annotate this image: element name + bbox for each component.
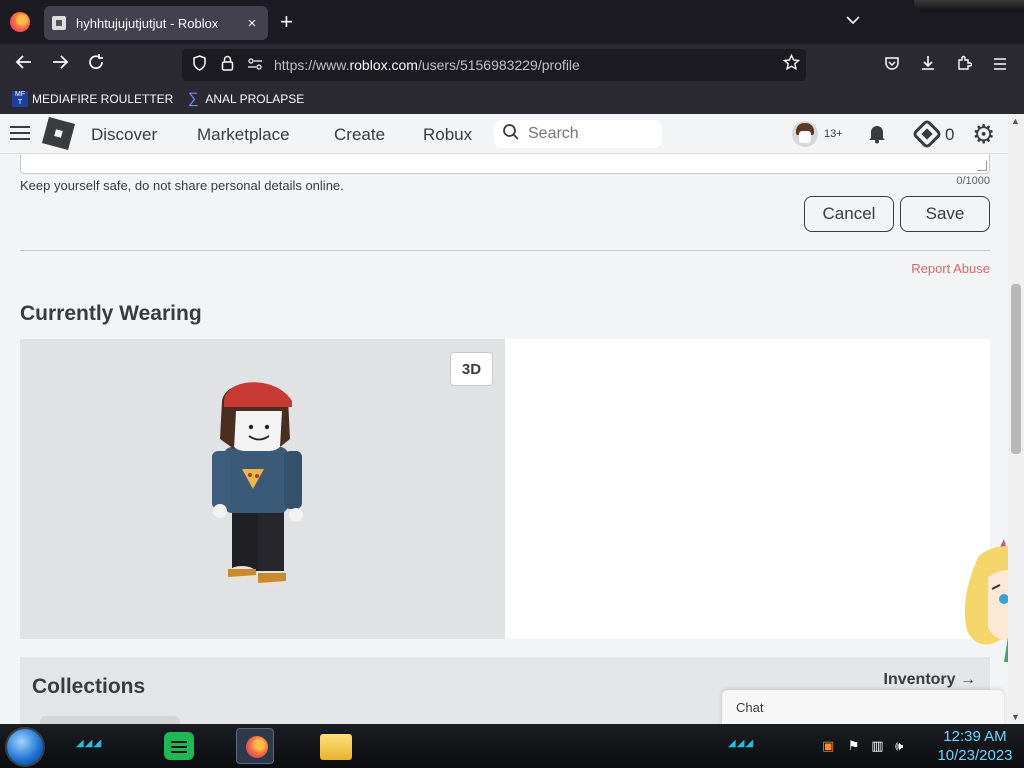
flag-icon[interactable]: ⚑ <box>848 738 860 753</box>
inventory-link[interactable]: Inventory → <box>884 671 976 689</box>
nav-discover[interactable]: Discover <box>91 125 157 145</box>
browser-tab-bar: hyhhtujujutjutjut - Roblox × + <box>0 0 1024 44</box>
settings-gear-icon[interactable]: ⚙ <box>972 120 995 148</box>
scroll-up-arrow-icon[interactable]: ▲ <box>1011 116 1020 126</box>
puzzle-icon <box>958 55 973 70</box>
collections-heading: Collections <box>32 675 146 698</box>
shield-icon[interactable] <box>188 55 210 75</box>
wearing-items-panel <box>505 339 990 639</box>
pocket-button[interactable] <box>880 53 904 77</box>
site-permissions-icon[interactable] <box>244 57 266 74</box>
chat-widget[interactable]: Chat <box>722 690 1004 724</box>
search-icon <box>502 123 522 146</box>
bookmark-item-second[interactable]: ∑ ANAL PROLAPSE <box>185 91 304 107</box>
url-prefix: https://www. <box>274 57 350 73</box>
nav-create[interactable]: Create <box>334 125 385 145</box>
tab-title: hyhhtujujutjutjut - Roblox <box>76 15 219 31</box>
volume-icon[interactable]: 🕪 <box>895 738 903 753</box>
roblox-logo-icon[interactable] <box>41 116 76 151</box>
reload-button[interactable] <box>84 53 108 77</box>
clock-time: 12:39 AM <box>943 728 1007 745</box>
browser-tab-active[interactable]: hyhhtujujutjutjut - Roblox × <box>44 6 268 40</box>
age-badge: 13+ <box>824 128 843 140</box>
spotify-icon[interactable] <box>164 732 194 760</box>
firefox-taskbar-icon[interactable] <box>236 728 274 764</box>
menu-hamburger-icon[interactable] <box>10 126 30 140</box>
character-counter: 0/1000 <box>956 175 990 187</box>
file-explorer-icon[interactable] <box>320 734 352 760</box>
search-input[interactable] <box>528 125 658 143</box>
scroll-down-arrow-icon[interactable]: ▼ <box>1011 712 1020 722</box>
url-text[interactable]: https://www.roblox.com/users/5156983229/… <box>274 57 776 73</box>
download-icon <box>922 56 934 70</box>
url-domain: roblox.com <box>349 57 418 73</box>
address-bar[interactable]: https://www.roblox.com/users/5156983229/… <box>182 49 806 81</box>
bookmark-item-mediafire[interactable]: MF T MEDIAFIRE ROULETTER <box>12 91 173 107</box>
window-frame-decoration <box>914 0 1024 12</box>
arrow-left-icon <box>15 55 31 69</box>
back-button[interactable] <box>12 53 36 77</box>
app-menu-button[interactable] <box>988 53 1012 77</box>
bookmark-label: MEDIAFIRE ROULETTER <box>32 92 174 106</box>
user-avatar[interactable] <box>792 121 818 147</box>
about-textarea[interactable] <box>20 154 990 174</box>
pocket-icon <box>885 57 899 70</box>
robux-balance[interactable]: 0 <box>945 125 954 145</box>
hamburger-menu-icon <box>994 58 1006 70</box>
nav-robux[interactable]: Robux <box>423 125 472 145</box>
taskbar-decoration-icon: ◢◢◢ <box>76 738 103 749</box>
tab-close-icon[interactable]: × <box>244 15 260 32</box>
start-button[interactable] <box>7 729 43 765</box>
save-button[interactable]: Save <box>900 196 990 232</box>
sigma-icon: ∑ <box>188 90 199 107</box>
avatar-figure <box>212 382 303 587</box>
browser-toolbar: https://www.roblox.com/users/5156983229/… <box>0 44 1024 86</box>
safety-notice: Keep yourself safe, do not share persona… <box>20 178 344 193</box>
robux-icon[interactable] <box>911 118 943 150</box>
forward-button[interactable] <box>48 53 72 77</box>
roblox-favicon-icon <box>52 16 66 30</box>
new-tab-button[interactable]: + <box>280 10 293 34</box>
resize-handle-icon[interactable] <box>977 161 987 171</box>
network-icon[interactable]: ▥ <box>871 738 883 753</box>
scrollbar-thumb[interactable] <box>1011 284 1021 454</box>
notifications-bell-icon[interactable] <box>866 122 888 150</box>
search-box[interactable] <box>494 120 662 148</box>
firefox-icon[interactable] <box>10 12 30 32</box>
report-abuse-link[interactable]: Report Abuse <box>911 261 990 276</box>
chat-label: Chat <box>736 700 764 715</box>
tray-app-icon[interactable]: ▣ <box>822 738 834 753</box>
page-scrollbar[interactable]: ▲ ▼ <box>1008 114 1024 724</box>
currently-wearing-heading: Currently Wearing <box>20 302 202 325</box>
profile-page-content: Keep yourself safe, do not share persona… <box>0 154 1008 724</box>
avatar-viewer[interactable]: 3D <box>20 339 505 639</box>
mediafire-icon: MF T <box>12 91 28 107</box>
nav-marketplace[interactable]: Marketplace <box>197 125 290 145</box>
bookmark-label: ANAL PROLAPSE <box>205 92 305 106</box>
list-all-tabs-button[interactable] <box>846 12 860 28</box>
clock-date: 10/23/2023 <box>937 747 1013 764</box>
section-divider <box>20 250 990 251</box>
url-path: /users/5156983229/profile <box>417 57 580 73</box>
taskbar-clock[interactable]: 12:39 AM 10/23/2023 <box>930 727 1020 765</box>
taskbar-decoration-icon: ◢◢◢ <box>728 738 755 749</box>
cancel-button[interactable]: Cancel <box>804 196 894 232</box>
roblox-header: Discover Marketplace Create Robux 13+ 0 … <box>0 114 1008 154</box>
reload-icon <box>89 54 103 70</box>
extensions-button[interactable] <box>952 53 976 77</box>
bookmarks-toolbar: MF T MEDIAFIRE ROULETTER ∑ ANAL PROLAPSE <box>0 86 1024 112</box>
downloads-button[interactable] <box>916 53 940 77</box>
bookmark-star-icon[interactable] <box>776 53 806 76</box>
system-tray: ▣ ⚑ ▥ 🕪 <box>822 738 903 754</box>
windows-taskbar: ◢◢◢ ◢◢◢ ▣ ⚑ ▥ 🕪 12:39 AM 10/23/2023 <box>0 724 1024 768</box>
lock-icon[interactable] <box>216 55 238 75</box>
chevron-down-icon <box>846 16 860 25</box>
arrow-right-icon <box>53 55 69 69</box>
collection-item[interactable] <box>40 716 180 724</box>
